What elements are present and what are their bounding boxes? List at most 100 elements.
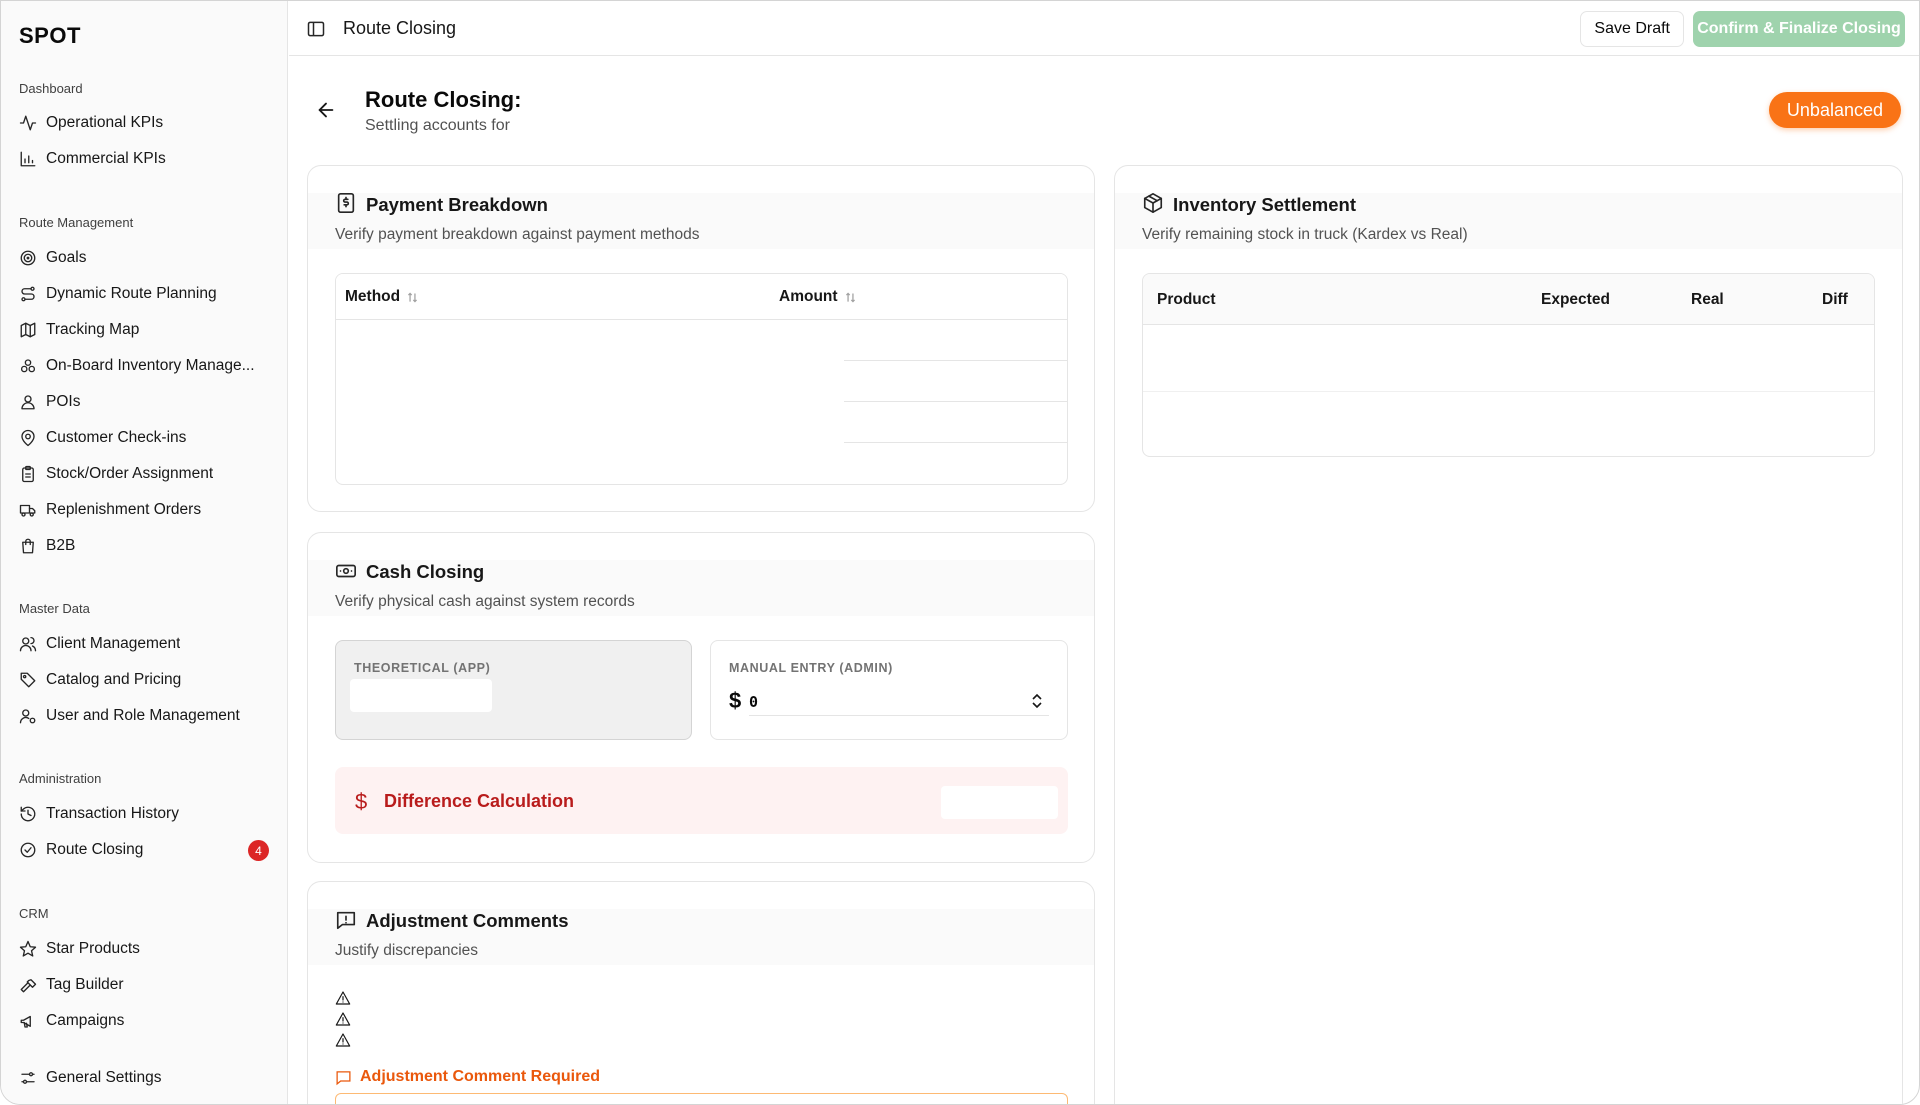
page-subtitle: Settling accounts for <box>365 117 510 134</box>
sidebar-item-label: Tracking Map <box>46 321 140 338</box>
column-label: Method <box>345 288 401 305</box>
sidebar-item-campaigns[interactable]: Campaigns <box>11 1004 279 1038</box>
sidebar-item-catalog-pricing[interactable]: Catalog and Pricing <box>11 663 279 697</box>
inventory-table: Product Expected Real Diff <box>1142 273 1875 457</box>
check-circle-icon <box>20 842 36 858</box>
alert-triangle-icon <box>335 1033 351 1047</box>
row-divider <box>844 401 1067 402</box>
sidebar-item-replenishment-orders[interactable]: Replenishment Orders <box>11 493 279 527</box>
manual-entry-label: MANUAL ENTRY (ADMIN) <box>729 661 893 675</box>
notification-badge: 4 <box>248 840 269 861</box>
sidebar-item-label: Stock/Order Assignment <box>46 465 214 482</box>
sidebar-item-goals[interactable]: Goals <box>11 241 279 275</box>
theoretical-field: THEORETICAL (APP) <box>335 640 692 740</box>
boxes-icon <box>20 359 36 373</box>
sidebar-item-label: Star Products <box>46 940 140 957</box>
column-header-amount[interactable]: Amount <box>779 288 857 306</box>
sidebar-item-client-management[interactable]: Client Management <box>11 627 279 661</box>
column-header-product: Product <box>1157 291 1216 308</box>
route-icon <box>21 286 35 302</box>
back-arrow-icon[interactable] <box>315 99 337 121</box>
sidebar-item-commercial-kpis[interactable]: Commercial KPIs <box>11 142 279 176</box>
theoretical-label: THEORETICAL (APP) <box>354 661 491 675</box>
sidebar-item-stock-order-assignment[interactable]: Stock/Order Assignment <box>11 457 279 491</box>
receipt-dollar-icon <box>337 193 355 213</box>
sidebar-item-label: Operational KPIs <box>46 114 164 131</box>
sidebar-item-route-closing[interactable]: Route Closing 4 <box>11 833 279 867</box>
sidebar-item-customer-check-ins[interactable]: Customer Check-ins <box>11 421 279 455</box>
stepper-icon[interactable] <box>1029 692 1045 710</box>
tag-icon <box>20 672 36 688</box>
header-title: Route Closing <box>343 18 457 38</box>
theoretical-value-placeholder <box>350 679 492 712</box>
sidebar-item-label: Goals <box>46 249 87 266</box>
sidebar-item-tag-builder[interactable]: Tag Builder <box>11 968 279 1002</box>
required-text: Adjustment Comment Required <box>360 1068 601 1085</box>
clipboard-icon <box>22 465 34 483</box>
sidebar-item-pois[interactable]: POIs <box>11 385 279 419</box>
sidebar-item-label: Tag Builder <box>46 976 124 993</box>
sidebar: SPOT Dashboard Operational KPIs Commerci… <box>1 1 288 1104</box>
nav-group-title-route-management: Route Management <box>19 215 134 230</box>
sidebar-item-tracking-map[interactable]: Tracking Map <box>11 313 279 347</box>
column-label: Amount <box>779 288 838 305</box>
sidebar-item-star-products[interactable]: Star Products <box>11 932 279 966</box>
history-icon <box>20 806 36 822</box>
package-icon <box>1143 193 1163 213</box>
manual-entry-field: MANUAL ENTRY (ADMIN) $ 0 <box>710 640 1068 740</box>
sidebar-toggle-icon[interactable] <box>306 19 326 39</box>
shopping-bag-icon <box>22 538 34 554</box>
adjustment-required-label: Adjustment Comment Required <box>335 1068 600 1086</box>
sidebar-item-dynamic-route-planning[interactable]: Dynamic Route Planning <box>11 277 279 311</box>
sidebar-item-operational-kpis[interactable]: Operational KPIs <box>11 106 279 140</box>
bar-chart-icon <box>20 151 36 167</box>
confirm-finalize-button[interactable]: Confirm & Finalize Closing <box>1693 11 1905 47</box>
sidebar-item-transaction-history[interactable]: Transaction History <box>11 797 279 831</box>
save-draft-button[interactable]: Save Draft <box>1580 11 1684 47</box>
truck-icon <box>19 504 36 517</box>
activity-icon <box>19 115 37 131</box>
top-header: Route Closing Save Draft Confirm & Final… <box>289 1 1919 56</box>
nav-group-title-master-data: Master Data <box>19 601 90 616</box>
user-pin-icon <box>21 395 35 410</box>
cash-closing-desc: Verify physical cash against system reco… <box>335 593 635 610</box>
column-header-expected: Expected <box>1541 291 1610 308</box>
sidebar-item-label: Replenishment Orders <box>46 501 202 518</box>
sidebar-item-label: POIs <box>46 393 81 410</box>
app-window: SPOT Dashboard Operational KPIs Commerci… <box>0 0 1920 1105</box>
sidebar-item-label: Commercial KPIs <box>46 150 166 167</box>
sidebar-item-on-board-inventory[interactable]: On-Board Inventory Manage... <box>11 349 279 383</box>
message-alert-icon <box>336 911 356 930</box>
difference-calculation-box: $ Difference Calculation <box>335 767 1068 834</box>
sidebar-item-label: Campaigns <box>46 1012 125 1029</box>
cash-closing-title: Cash Closing <box>366 561 485 582</box>
sidebar-item-label: Catalog and Pricing <box>46 671 182 688</box>
payment-table: Method Amount <box>335 273 1068 485</box>
sidebar-item-user-role-management[interactable]: User and Role Management <box>11 699 279 733</box>
adjustment-comment-textarea[interactable] <box>335 1093 1068 1104</box>
inventory-settlement-desc: Verify remaining stock in truck (Kardex … <box>1142 226 1468 243</box>
warning-item <box>335 1032 351 1048</box>
sidebar-item-label: Customer Check-ins <box>46 429 187 446</box>
user-cog-icon <box>19 709 36 724</box>
row-divider <box>844 360 1067 361</box>
sidebar-item-label: Transaction History <box>46 805 179 822</box>
sidebar-item-b2b[interactable]: B2B <box>11 529 279 563</box>
column-header-method[interactable]: Method <box>345 288 419 306</box>
nav-group-title-crm: CRM <box>19 906 49 921</box>
sidebar-item-general-settings[interactable]: General Settings <box>11 1061 279 1095</box>
difference-value-placeholder <box>941 786 1058 819</box>
hammer-icon <box>20 979 37 993</box>
banknote-icon <box>336 564 356 578</box>
sort-icon <box>408 292 418 302</box>
table-header-row: Method Amount <box>336 274 1067 320</box>
nav-group-title-administration: Administration <box>19 771 102 786</box>
manual-entry-input[interactable]: 0 <box>749 686 1049 716</box>
difference-title: Difference Calculation <box>384 791 575 811</box>
sidebar-item-label: Client Management <box>46 635 181 652</box>
warning-item <box>335 1011 351 1027</box>
sidebar-item-label: Dynamic Route Planning <box>46 285 217 302</box>
row-divider <box>844 442 1067 443</box>
sidebar-item-label: User and Role Management <box>46 707 240 724</box>
dollar-icon: $ <box>355 789 368 814</box>
